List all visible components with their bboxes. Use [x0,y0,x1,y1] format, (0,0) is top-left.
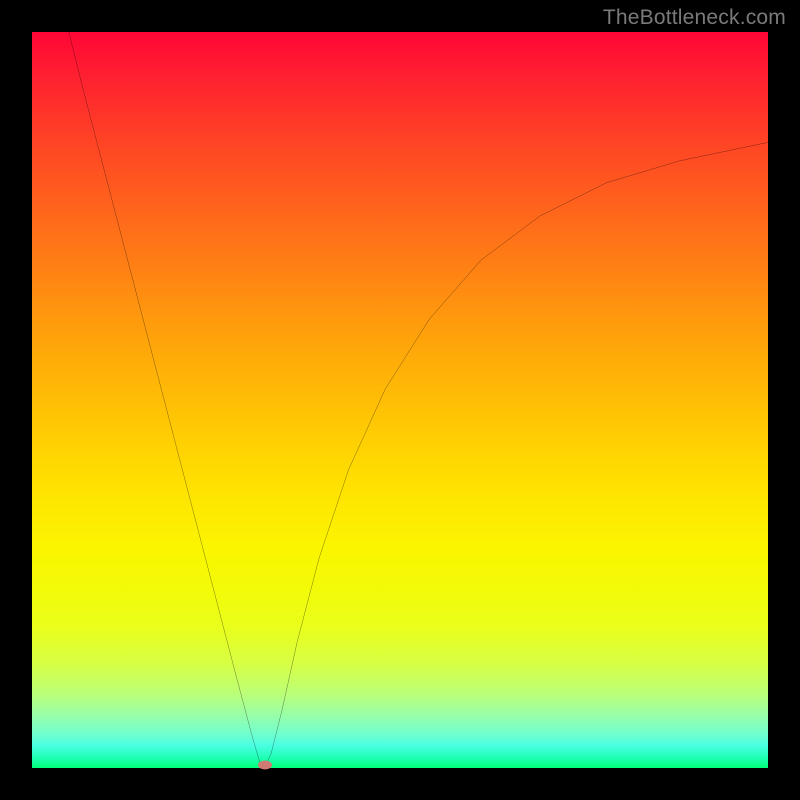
curve-line [69,32,768,768]
minimum-marker [258,761,272,770]
chart-frame: TheBottleneck.com [0,0,800,800]
watermark-text: TheBottleneck.com [603,6,786,30]
plot-area [32,32,768,768]
bottleneck-curve [32,32,768,768]
